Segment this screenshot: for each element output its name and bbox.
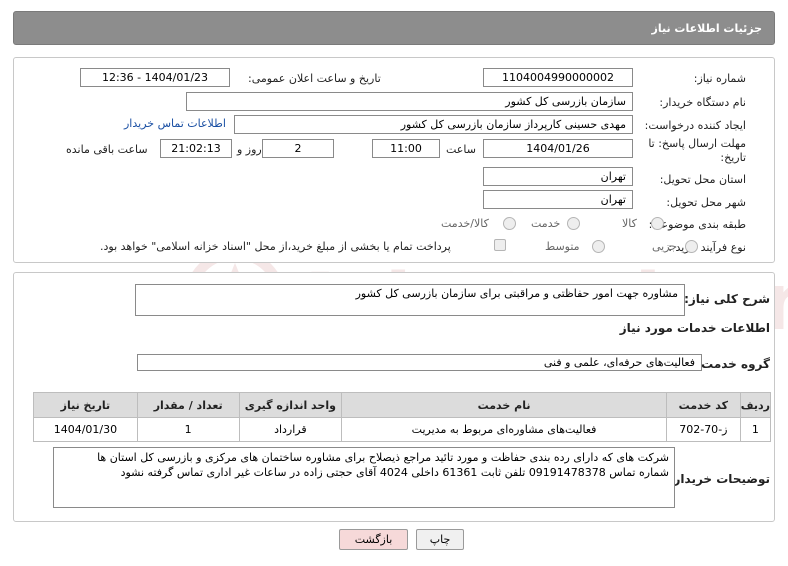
- need-details-page: جزئیات اطلاعات نیاز AriaTender.net شماره…: [0, 0, 788, 566]
- process-radio-medium[interactable]: [592, 240, 605, 253]
- cell-unit: قرارداد: [238, 417, 343, 442]
- col-header-unit: واحد اندازه گیری: [238, 392, 343, 418]
- col-header-row-number: ردیف: [739, 392, 772, 418]
- cell-service-name: فعالیت‌های مشاوره‌ای مربوط به مدیریت: [341, 417, 667, 442]
- category-radio-service[interactable]: [567, 217, 580, 230]
- city-label: شهر محل تحویل:: [666, 196, 746, 209]
- buyer-notes-field: شرکت های که دارای رده بندی حفاظت و مورد …: [53, 447, 675, 508]
- buyer-org-label: نام دستگاه خریدار:: [659, 96, 746, 109]
- summary-label: شرح کلی نیاز:: [684, 292, 770, 306]
- services-table: ردیف کد خدمت نام خدمت واحد اندازه گیری ت…: [33, 392, 772, 442]
- process-radio-minor[interactable]: [685, 240, 698, 253]
- col-header-service-code: کد خدمت: [665, 392, 741, 418]
- cell-row-number: 1: [739, 417, 772, 442]
- deadline-time-field: 11:00: [372, 139, 440, 158]
- cell-need-date: 1404/01/30: [33, 417, 138, 442]
- table-row: 1 ز-70-702 فعالیت‌های مشاوره‌ای مربوط به…: [33, 417, 772, 442]
- col-header-quantity: تعداد / مقدار: [136, 392, 240, 418]
- col-header-service-name: نام خدمت: [341, 392, 667, 418]
- requester-label: ایجاد کننده درخواست:: [644, 119, 746, 132]
- summary-field: مشاوره جهت امور حفاظتی و مراقبتی برای سا…: [135, 284, 685, 316]
- announce-label: تاریخ و ساعت اعلان عمومی:: [248, 72, 381, 85]
- need-number-label: شماره نیاز:: [693, 72, 746, 85]
- print-button[interactable]: چاپ: [416, 529, 464, 550]
- buyer-notes-line-1: شرکت های که دارای رده بندی حفاظت و مورد …: [97, 451, 669, 464]
- province-label: استان محل تحویل:: [659, 173, 746, 186]
- table-header-row: ردیف کد خدمت نام خدمت واحد اندازه گیری ت…: [33, 392, 772, 418]
- province-field: تهران: [483, 167, 633, 186]
- buyer-notes-line-2: شماره تماس 09191478378 تلفن ثابت 61361 د…: [120, 466, 669, 479]
- remaining-days-label: روز و: [237, 143, 262, 156]
- cell-quantity: 1: [136, 417, 240, 442]
- buyer-org-field: سازمان بازرسی کل کشور: [186, 92, 633, 111]
- treasury-payment-text: پرداخت تمام یا بخشی از مبلغ خرید،از محل …: [100, 240, 451, 253]
- cell-service-code: ز-70-702: [665, 417, 741, 442]
- category-radio-goods-service[interactable]: [503, 217, 516, 230]
- deadline-date-label: تاریخ:: [720, 151, 746, 164]
- category-option-service: خدمت: [531, 217, 561, 230]
- remaining-days-field: 2: [262, 139, 334, 158]
- treasury-checkbox[interactable]: [494, 239, 506, 251]
- announce-field: 1404/01/23 - 12:36: [80, 68, 230, 87]
- process-option-medium: متوسط: [545, 240, 580, 253]
- buyer-notes-label: توضیحات خریدار:: [668, 472, 770, 486]
- city-field: تهران: [483, 190, 633, 209]
- category-option-goods-service: کالا/خدمت: [441, 217, 489, 230]
- back-button[interactable]: بازگشت: [339, 529, 408, 550]
- process-label: نوع فرآیند خرید :: [668, 241, 746, 254]
- service-group-field: فعالیت‌های حرفه‌ای، علمی و فنی: [137, 354, 702, 371]
- deadline-label: مهلت ارسال پاسخ: تا: [648, 137, 746, 150]
- category-radio-goods[interactable]: [651, 217, 664, 230]
- category-option-goods: کالا: [622, 217, 637, 230]
- remaining-time-label: ساعت باقی مانده: [66, 143, 148, 156]
- page-header: جزئیات اطلاعات نیاز: [13, 11, 775, 45]
- col-header-need-date: تاریخ نیاز: [33, 392, 138, 418]
- process-option-minor: جزیی: [652, 240, 678, 253]
- service-group-label: گروه خدمت:: [696, 357, 770, 371]
- need-info-panel: [13, 57, 775, 263]
- need-number-field: 1104004990000002: [483, 68, 633, 87]
- requester-field: مهدی حسینی کارپرداز سازمان بازرسی کل کشو…: [234, 115, 633, 134]
- deadline-date-field: 1404/01/26: [483, 139, 633, 158]
- remaining-time-field: 21:02:13: [160, 139, 232, 158]
- services-section-title: اطلاعات خدمات مورد نیاز: [619, 321, 770, 335]
- buyer-contact-link[interactable]: اطلاعات تماس خریدار: [124, 117, 226, 130]
- deadline-time-label: ساعت: [446, 143, 476, 156]
- page-title: جزئیات اطلاعات نیاز: [651, 22, 763, 35]
